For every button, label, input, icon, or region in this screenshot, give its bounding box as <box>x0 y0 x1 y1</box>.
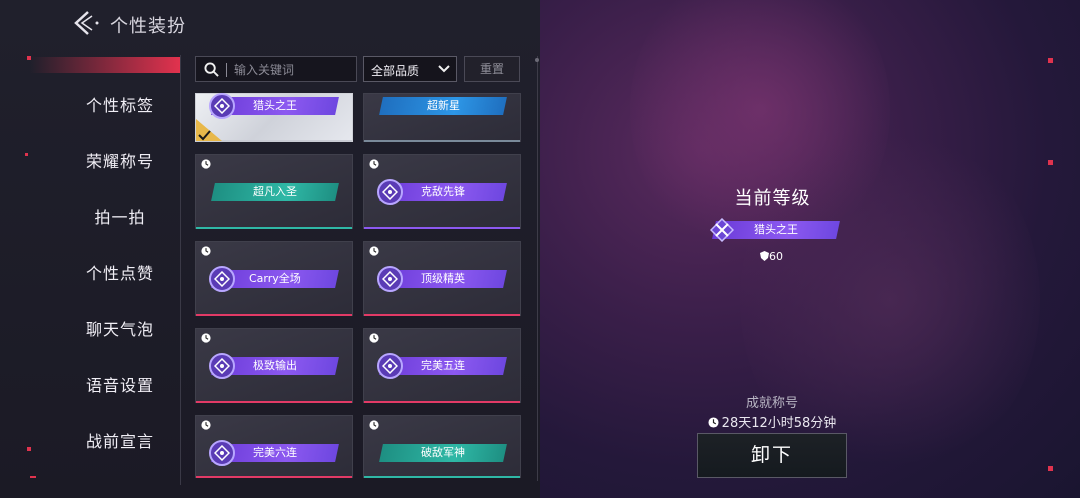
tag-label: 克敌先锋 <box>421 185 465 198</box>
tag-emblem-icon <box>209 266 235 292</box>
crossed-swords-emblem-icon <box>710 218 734 242</box>
rarity-underline <box>364 401 520 403</box>
tag-card[interactable]: 超凡入圣 <box>195 154 353 229</box>
achievement-label: 成就称号 <box>745 396 798 411</box>
decor-dot <box>1048 466 1053 471</box>
sidebar-item-tags[interactable]: 个性标签 <box>70 92 170 116</box>
sidebar-active-indicator <box>30 57 180 73</box>
points-value: 60 <box>769 250 783 263</box>
tag-card[interactable]: 超新星 <box>363 93 521 142</box>
tag-card[interactable]: 极致输出 <box>195 328 353 403</box>
tag-label: 破敌军神 <box>421 446 465 459</box>
search-input[interactable] <box>232 59 354 81</box>
tag-card[interactable]: 破敌军神 <box>363 415 521 478</box>
decor-dot <box>1048 160 1053 165</box>
tag-badge: 破敌军神 <box>379 444 507 462</box>
divider <box>180 55 181 485</box>
unequip-button[interactable]: 卸下 <box>697 433 847 478</box>
tag-label: Carry全场 <box>249 272 301 285</box>
tag-label: 完美六连 <box>253 446 297 459</box>
rarity-underline <box>364 140 520 142</box>
search-icon <box>204 62 219 77</box>
tag-emblem-icon <box>209 93 235 119</box>
rarity-underline <box>364 476 520 478</box>
tag-emblem-icon <box>377 179 403 205</box>
points-display: 60 <box>760 250 783 263</box>
chevron-down-icon <box>438 65 450 73</box>
tag-card[interactable]: 完美六连 <box>195 415 353 478</box>
rarity-underline <box>196 476 352 478</box>
rarity-underline <box>364 227 520 229</box>
tag-badge: 超新星 <box>379 97 507 115</box>
rarity-underline <box>364 314 520 316</box>
tag-card[interactable]: 猎头之王 <box>195 93 353 142</box>
time-remaining-value: 28天12小时58分钟 <box>721 416 837 431</box>
quality-select-value: 全部品质 <box>371 64 420 78</box>
clock-icon <box>201 420 211 430</box>
tag-label: 完美五连 <box>421 359 465 372</box>
time-remaining: 28天12小时58分钟 <box>697 412 847 431</box>
scrollbar-thumb[interactable] <box>535 58 539 62</box>
tag-label: 顶级精英 <box>421 272 465 285</box>
sidebar-item-titles[interactable]: 荣耀称号 <box>70 148 170 172</box>
page-title: 个性装扮 <box>110 16 186 37</box>
decor-dot <box>30 476 36 478</box>
sidebar-item-voice[interactable]: 语音设置 <box>70 372 170 396</box>
tag-emblem-icon <box>377 353 403 379</box>
decor-dot <box>25 153 28 156</box>
current-tag-label: 猎头之王 <box>754 223 798 236</box>
tag-card[interactable]: Carry全场 <box>195 241 353 316</box>
check-icon <box>196 119 222 141</box>
reset-button[interactable]: 重置 <box>464 56 520 82</box>
clock-icon <box>201 159 211 169</box>
tag-emblem-icon <box>209 440 235 466</box>
clock-icon <box>201 333 211 343</box>
rarity-underline <box>196 314 352 316</box>
tag-label: 超新星 <box>426 99 460 112</box>
clock-icon <box>201 246 211 256</box>
tag-label: 超凡入圣 <box>253 185 297 198</box>
level-title: 当前等级 <box>734 188 811 209</box>
rarity-underline <box>196 227 352 229</box>
tag-card[interactable]: 克敌先锋 <box>363 154 521 229</box>
quality-select[interactable]: 全部品质 <box>363 56 457 82</box>
search-box[interactable] <box>195 56 357 82</box>
tag-label: 猎头之王 <box>253 99 297 112</box>
clock-icon <box>369 420 379 430</box>
decor-dot <box>27 447 31 451</box>
clock-icon <box>369 159 379 169</box>
sidebar-item-likes[interactable]: 个性点赞 <box>70 260 170 284</box>
tag-card[interactable]: 完美五连 <box>363 328 521 403</box>
tag-badge: 超凡入圣 <box>211 183 339 201</box>
back-button[interactable] <box>70 8 100 38</box>
sidebar-item-chat-bubble[interactable]: 聊天气泡 <box>70 316 170 340</box>
tag-label: 极致输出 <box>253 359 297 372</box>
decor-dot <box>1048 58 1053 63</box>
shield-icon <box>760 251 769 261</box>
clock-icon <box>369 246 379 256</box>
chevron-left-icon <box>74 11 99 35</box>
clock-icon <box>369 333 379 343</box>
tag-emblem-icon <box>377 266 403 292</box>
scrollbar-track[interactable] <box>537 56 538 481</box>
sidebar-item-declaration[interactable]: 战前宣言 <box>70 428 170 452</box>
clock-icon <box>708 417 719 428</box>
tag-emblem-icon <box>209 353 235 379</box>
tag-card[interactable]: 顶级精英 <box>363 241 521 316</box>
rarity-underline <box>196 401 352 403</box>
sidebar-item-pat[interactable]: 拍一拍 <box>70 204 170 228</box>
